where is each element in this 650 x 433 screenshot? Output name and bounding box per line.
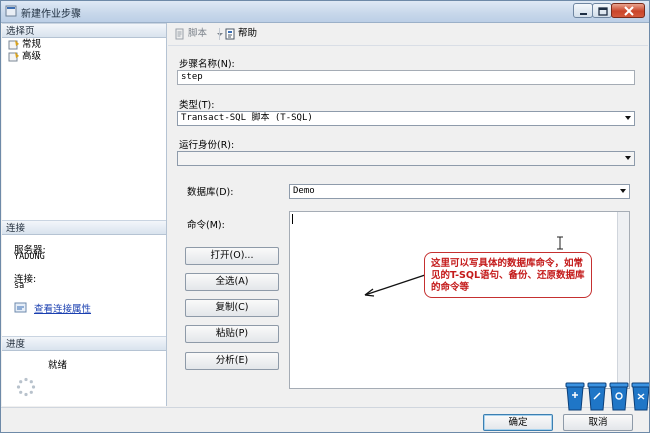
recycle-bin-tray-icon xyxy=(565,382,649,411)
progress-spinner-icon xyxy=(16,377,36,397)
text-caret xyxy=(292,214,293,224)
run-as-select[interactable] xyxy=(177,151,635,166)
toolbar: 脚本 帮助 xyxy=(168,23,648,46)
text-cursor-icon xyxy=(557,236,563,250)
maximize-button[interactable] xyxy=(592,3,612,18)
database-select[interactable]: Demo xyxy=(289,184,630,199)
minimize-icon xyxy=(580,13,587,15)
window-title: 新建作业步骤 xyxy=(21,9,81,20)
chevron-down-icon xyxy=(217,32,224,36)
view-connection-properties-link[interactable]: 查看连接属性 xyxy=(34,301,91,315)
command-label: 命令(M): xyxy=(187,220,225,231)
connection-value: sa xyxy=(14,281,25,291)
select-all-button[interactable]: 全选(A) xyxy=(185,273,279,291)
connection-header: 连接 xyxy=(2,220,166,235)
command-textarea[interactable] xyxy=(289,211,630,389)
app-icon xyxy=(5,5,17,17)
toolbar-separator xyxy=(219,28,220,40)
page-item-label: 高级 xyxy=(22,51,42,62)
progress-status: 就绪 xyxy=(48,360,68,371)
job-step-dialog: 新建作业步骤 选择页 常规 高级 连接 服务器: YADONG 连接: sa 查… xyxy=(0,0,650,433)
step-name-label: 步骤名称(N): xyxy=(179,59,235,70)
select-page-header: 选择页 xyxy=(2,23,166,38)
help-label: 帮助 xyxy=(238,28,258,39)
chevron-down-icon xyxy=(620,189,626,193)
connection-properties-icon xyxy=(14,302,27,313)
annotation-arrow-icon xyxy=(364,274,426,297)
title-bar[interactable]: 新建作业步骤 xyxy=(1,1,649,23)
type-select-value: Transact-SQL 脚本 (T-SQL) xyxy=(181,113,313,123)
progress-header: 进度 xyxy=(2,336,166,351)
script-button[interactable]: 脚本 xyxy=(174,27,224,41)
parse-button[interactable]: 分析(E) xyxy=(185,352,279,370)
type-select[interactable]: Transact-SQL 脚本 (T-SQL) xyxy=(177,111,635,126)
database-select-value: Demo xyxy=(293,186,315,196)
ok-button[interactable]: 确定 xyxy=(483,414,553,431)
open-button[interactable]: 打开(O)... xyxy=(185,247,279,265)
left-pane: 选择页 常规 高级 连接 服务器: YADONG 连接: sa 查看连接属性 进… xyxy=(2,23,167,406)
script-label: 脚本 xyxy=(188,28,208,39)
page-item-label: 常规 xyxy=(22,39,42,50)
page-settings-icon xyxy=(8,40,19,50)
cancel-button[interactable]: 取消 xyxy=(563,414,633,431)
chevron-down-icon xyxy=(625,156,631,160)
page-item-advanced[interactable]: 高级 xyxy=(8,51,41,63)
page-settings-icon xyxy=(8,52,19,62)
annotation-callout: 这里可以写具体的数据库命令，如常见的T-SQL语句、备份、还原数据库的命令等 xyxy=(424,252,592,298)
command-scrollbar[interactable] xyxy=(617,212,629,388)
paste-button[interactable]: 粘贴(P) xyxy=(185,325,279,343)
chevron-down-icon xyxy=(625,116,631,120)
step-name-input[interactable]: step xyxy=(177,70,635,85)
copy-button[interactable]: 复制(C) xyxy=(185,299,279,317)
help-icon xyxy=(225,28,235,39)
server-value: YADONG xyxy=(14,252,45,262)
run-as-label: 运行身份(R): xyxy=(179,140,235,151)
database-label: 数据库(D): xyxy=(187,187,234,198)
type-label: 类型(T): xyxy=(179,100,215,111)
script-icon xyxy=(175,28,184,39)
close-button[interactable] xyxy=(611,3,645,18)
minimize-button[interactable] xyxy=(573,3,593,18)
help-button[interactable]: 帮助 xyxy=(224,27,257,41)
page-item-general[interactable]: 常规 xyxy=(8,39,41,51)
close-icon xyxy=(624,6,634,16)
maximize-icon xyxy=(598,7,608,16)
